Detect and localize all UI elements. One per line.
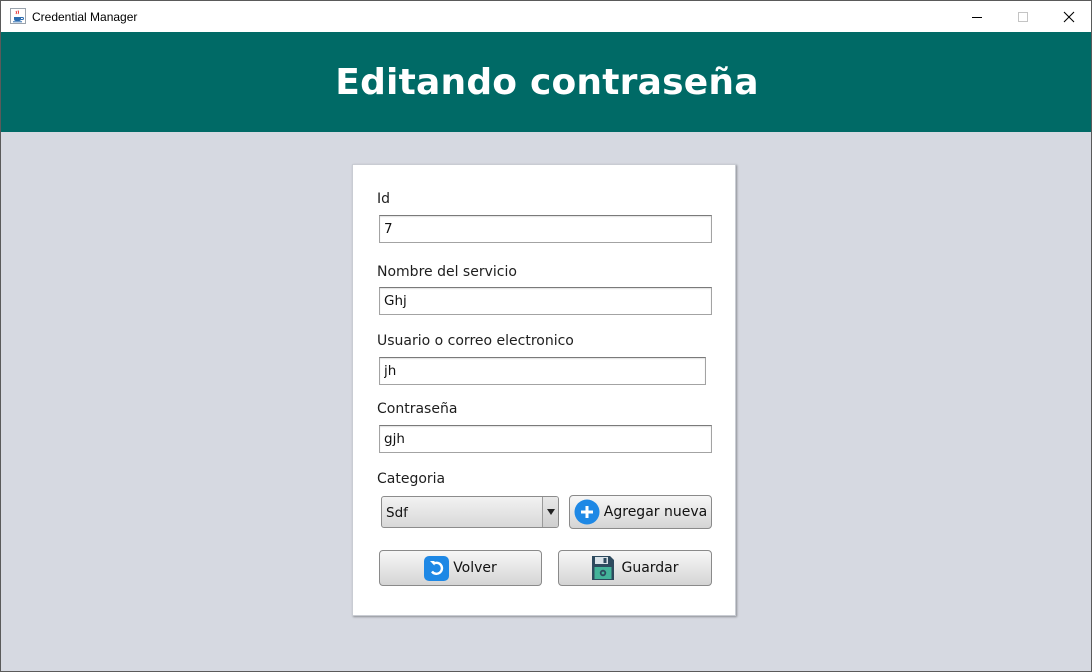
- maximize-icon: [1018, 11, 1028, 22]
- save-button[interactable]: Guardar: [558, 550, 712, 586]
- category-label: Categoria: [377, 471, 446, 487]
- window-title: Credential Manager: [32, 10, 138, 24]
- save-label: Guardar: [621, 560, 679, 576]
- add-category-button[interactable]: Agregar nueva: [569, 495, 712, 529]
- maximize-button[interactable]: [1000, 1, 1046, 32]
- title-bar[interactable]: Credential Manager: [1, 1, 1091, 32]
- close-button[interactable]: [1046, 1, 1091, 32]
- service-name-label: Nombre del servicio: [377, 264, 517, 280]
- java-cup-icon: [10, 8, 26, 24]
- add-category-label: Agregar nueva: [603, 504, 708, 520]
- undo-icon: [424, 555, 450, 581]
- minimize-button[interactable]: [954, 1, 1000, 32]
- category-select[interactable]: Sdf: [381, 496, 559, 528]
- edit-form-card: Id Nombre del servicio Usuario o correo …: [352, 164, 736, 616]
- header-banner: Editando contraseña: [1, 32, 1091, 132]
- floppy-disk-icon: [591, 555, 615, 581]
- service-name-field[interactable]: [379, 287, 712, 315]
- password-label: Contraseña: [377, 401, 458, 417]
- chevron-down-icon[interactable]: [542, 497, 558, 527]
- id-field[interactable]: [379, 215, 712, 243]
- back-button[interactable]: Volver: [379, 550, 542, 586]
- back-label: Volver: [453, 560, 497, 576]
- user-email-field[interactable]: [379, 357, 706, 385]
- page-title: Editando contraseña: [335, 61, 759, 103]
- plus-circle-icon: [574, 499, 600, 525]
- id-label: Id: [377, 191, 391, 207]
- password-field[interactable]: [379, 425, 712, 453]
- minimize-icon: [972, 16, 982, 18]
- app-window: Credential Manager Editando contraseña I…: [0, 0, 1092, 672]
- user-email-label: Usuario o correo electronico: [377, 333, 574, 349]
- close-icon: [1063, 11, 1075, 22]
- category-selected-value: Sdf: [386, 505, 408, 521]
